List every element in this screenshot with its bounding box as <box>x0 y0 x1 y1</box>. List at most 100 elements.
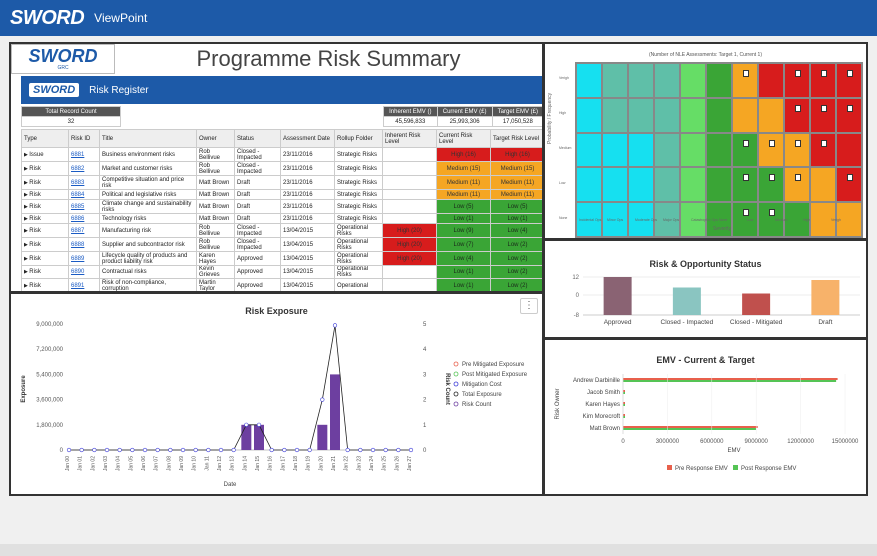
assessment-marker[interactable] <box>769 139 775 147</box>
heatmap-cell[interactable] <box>602 132 628 168</box>
heatmap-cell[interactable] <box>810 63 836 98</box>
table-row[interactable]: ▶ Risk 6891 Risk of non-compliance, corrup… <box>21 278 542 291</box>
assessment-marker[interactable] <box>769 174 775 182</box>
column-header-9[interactable]: Target Risk Level <box>490 129 542 148</box>
assessment-marker[interactable] <box>821 70 827 77</box>
assessment-marker[interactable] <box>821 139 827 147</box>
table-row[interactable]: ▶ Risk 6886 Technology risks Matt Brown Draf… <box>21 213 542 224</box>
assessment-marker[interactable] <box>795 139 801 147</box>
heatmap-cell[interactable] <box>784 97 810 133</box>
heatmap-cell[interactable] <box>680 167 706 203</box>
total-count-value: 32 <box>21 116 121 127</box>
heatmap-cell[interactable] <box>758 63 784 98</box>
risk-id-link[interactable]: 6889 <box>71 256 84 262</box>
heatmap-cell[interactable] <box>654 97 680 133</box>
heatmap-cell[interactable] <box>810 97 836 133</box>
column-header-0[interactable]: Type <box>21 129 69 148</box>
column-header-6[interactable]: Rollup Folder <box>334 129 383 148</box>
table-row[interactable]: ▶ Risk 6885 Climate change and sustainabil… <box>21 199 542 214</box>
column-header-2[interactable]: Title <box>99 129 197 148</box>
assessment-marker[interactable] <box>743 70 749 77</box>
risk-id-link[interactable]: 6888 <box>71 242 84 248</box>
target-level-cell: Low (2) <box>490 251 542 266</box>
column-header-3[interactable]: Owner <box>196 129 235 148</box>
heatmap-cell[interactable] <box>602 63 628 98</box>
heatmap-cell[interactable] <box>576 63 602 98</box>
heatmap-cell[interactable] <box>732 63 758 98</box>
table-row[interactable]: ▶ Risk 6890 Contractual risks Kevin Grieves… <box>21 265 542 279</box>
risk-id-link[interactable]: 6883 <box>71 180 84 186</box>
heatmap-cell[interactable] <box>810 167 836 203</box>
folder-cell: Operational Risks <box>334 223 383 238</box>
heatmap-cell[interactable] <box>758 97 784 133</box>
table-row[interactable]: ▶ Risk 6887 Manufacturing risk Rob Bellivue… <box>21 223 542 238</box>
column-header-8[interactable]: Current Risk Level <box>436 129 491 148</box>
assessment-marker[interactable] <box>821 104 827 112</box>
heatmap-cell[interactable] <box>784 132 810 168</box>
heatmap-cell[interactable] <box>836 63 862 98</box>
heatmap-cell[interactable] <box>628 167 654 203</box>
heatmap-cell[interactable] <box>576 132 602 168</box>
heatmap-cell[interactable] <box>758 132 784 168</box>
heatmap-cell[interactable] <box>706 63 732 98</box>
heatmap-cell[interactable] <box>758 167 784 203</box>
heatmap-cell[interactable] <box>836 167 862 203</box>
heatmap-cell[interactable] <box>654 63 680 98</box>
risk-id-link[interactable]: 6891 <box>71 283 84 289</box>
app-name[interactable]: ViewPoint <box>94 11 147 25</box>
assessment-marker[interactable] <box>743 209 749 217</box>
risk-id-link[interactable]: 6887 <box>71 228 84 234</box>
date-cell: 23/11/2016 <box>280 147 335 162</box>
column-header-7[interactable]: Inherent Risk Level <box>382 129 437 148</box>
heatmap-cell[interactable] <box>654 167 680 203</box>
table-row[interactable]: ▶ Risk 6884 Political and legislative risk… <box>21 189 542 200</box>
heatmap-cell[interactable] <box>576 97 602 133</box>
table-row[interactable]: ▶ Risk 6888 Supplier and subcontractor ris… <box>21 237 542 252</box>
assessment-marker[interactable] <box>769 209 775 217</box>
assessment-marker[interactable] <box>847 104 853 112</box>
table-row[interactable]: ▶ Issue 6881 Business environment risks Rob… <box>21 147 542 162</box>
column-header-5[interactable]: Assessment Date <box>280 129 335 148</box>
heatmap-cell[interactable] <box>836 132 862 168</box>
heatmap-cell[interactable] <box>732 202 758 237</box>
heatmap-cell[interactable] <box>732 97 758 133</box>
heatmap-cell[interactable] <box>784 63 810 98</box>
assessment-marker[interactable] <box>795 104 801 112</box>
assessment-marker[interactable] <box>743 174 749 182</box>
heatmap-cell[interactable] <box>836 97 862 133</box>
risk-id-link[interactable]: 6886 <box>71 216 84 222</box>
heatmap-cell[interactable] <box>628 97 654 133</box>
heatmap-cell[interactable] <box>576 167 602 203</box>
table-row[interactable]: ▶ Risk 6882 Market and customer risks Rob B… <box>21 161 542 176</box>
heatmap-cell[interactable] <box>810 132 836 168</box>
risk-id-link[interactable]: 6885 <box>71 204 84 210</box>
heatmap-cell[interactable] <box>680 97 706 133</box>
risk-id-link[interactable]: 6882 <box>71 166 84 172</box>
risk-id-link[interactable]: 6881 <box>71 152 84 158</box>
column-header-4[interactable]: Status <box>234 129 281 148</box>
heatmap-cell[interactable] <box>680 63 706 98</box>
risk-id-link[interactable]: 6884 <box>71 192 84 198</box>
heatmap-cell[interactable] <box>654 132 680 168</box>
heatmap-cell[interactable] <box>602 97 628 133</box>
heatmap-cell[interactable] <box>602 167 628 203</box>
table-row[interactable]: ▶ Risk 6889 Lifecycle quality of products … <box>21 251 542 266</box>
heatmap-cell[interactable] <box>784 167 810 203</box>
assessment-marker[interactable] <box>795 174 801 182</box>
heatmap-cell[interactable] <box>706 97 732 133</box>
table-row[interactable]: ▶ Risk 6883 Competitive situation and pric… <box>21 175 542 190</box>
heatmap-cell[interactable] <box>706 132 732 168</box>
assessment-marker[interactable] <box>847 70 853 77</box>
column-header-1[interactable]: Risk ID <box>68 129 100 148</box>
heatmap-cell[interactable] <box>732 167 758 203</box>
assessment-marker[interactable] <box>743 139 749 147</box>
heatmap-cell[interactable] <box>628 63 654 98</box>
assessment-marker[interactable] <box>847 174 853 182</box>
heatmap-cell[interactable] <box>628 132 654 168</box>
heatmap-cell[interactable] <box>732 132 758 168</box>
assessment-marker[interactable] <box>795 70 801 77</box>
heatmap-cell[interactable] <box>706 167 732 203</box>
risk-id-link[interactable]: 6890 <box>71 269 84 275</box>
sword-logo[interactable]: SWORD <box>10 7 85 30</box>
heatmap-cell[interactable] <box>680 132 706 168</box>
